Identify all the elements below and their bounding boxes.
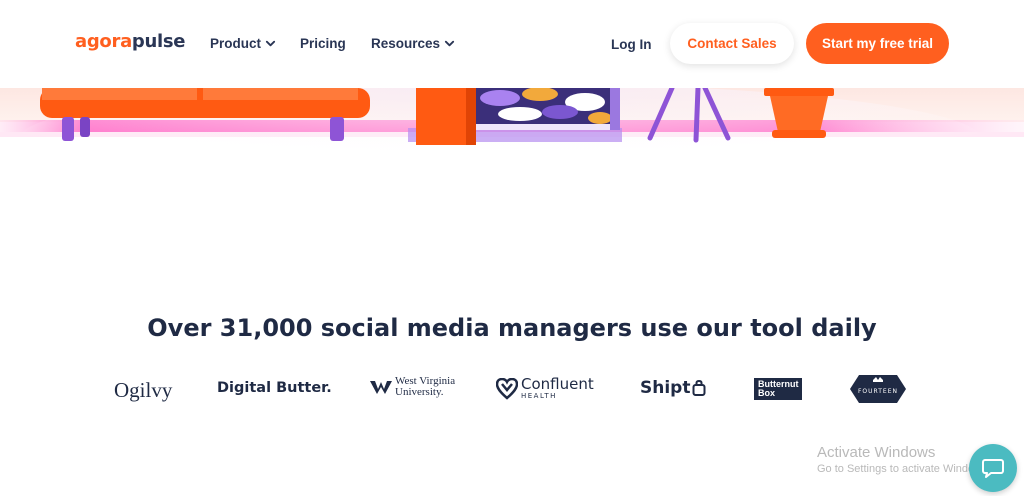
hero-illustration <box>0 88 1024 198</box>
activate-windows-title: Activate Windows <box>817 444 936 461</box>
fourteen-badge-icon: FOURTEEN <box>850 375 906 403</box>
wvu-line2: University. <box>395 386 444 398</box>
digital-butter-logo: Digital Butter. <box>217 380 332 396</box>
west-virginia-university-logo: West Virginia University. <box>370 376 455 398</box>
nav-pricing[interactable]: Pricing <box>300 36 346 51</box>
wvu-flying-wv-icon <box>370 381 392 394</box>
fourteen-foods-logo: FOURTEEN <box>849 373 907 410</box>
chevron-down-icon <box>444 40 455 47</box>
nav-product-label: Product <box>210 36 262 51</box>
nav-pricing-label: Pricing <box>300 36 346 51</box>
agorapulse-logo[interactable]: agorapulse <box>75 31 186 52</box>
confluent-name: Confluent <box>521 375 594 393</box>
butternut-line2: Box <box>758 388 776 398</box>
butternut-box-logo: Butternut Box <box>754 378 802 400</box>
nav-product[interactable]: Product <box>210 36 276 51</box>
nav-resources-label: Resources <box>371 36 441 51</box>
confluent-health-logo: Confluent HEALTH <box>496 377 594 401</box>
nav-resources[interactable]: Resources <box>371 36 455 51</box>
shipt-logo: Shipt <box>640 378 706 398</box>
confluent-heart-icon <box>496 378 518 400</box>
social-proof-headline: Over 31,000 social media managers use ou… <box>147 314 877 342</box>
start-free-trial-button[interactable]: Start my free trial <box>806 23 949 64</box>
shipt-name: Shipt <box>640 378 691 398</box>
shipt-bag-icon <box>692 380 706 396</box>
contact-sales-button[interactable]: Contact Sales <box>670 23 794 64</box>
confluent-sub: HEALTH <box>521 392 557 400</box>
site-header: agorapulse Product Pricing Resources Log… <box>0 0 1024 88</box>
ogilvy-logo: Ogilvy <box>114 378 173 402</box>
chat-bubble-icon <box>982 459 1004 478</box>
activate-windows-subtitle: Go to Settings to activate Windows. <box>817 463 991 475</box>
chevron-down-icon <box>265 40 276 47</box>
login-link[interactable]: Log In <box>611 37 652 52</box>
plant-pot-illustration <box>764 88 834 138</box>
fourteen-text: FOURTEEN <box>858 388 898 395</box>
crate-illustration <box>408 88 622 145</box>
chat-widget-button[interactable] <box>969 444 1017 492</box>
